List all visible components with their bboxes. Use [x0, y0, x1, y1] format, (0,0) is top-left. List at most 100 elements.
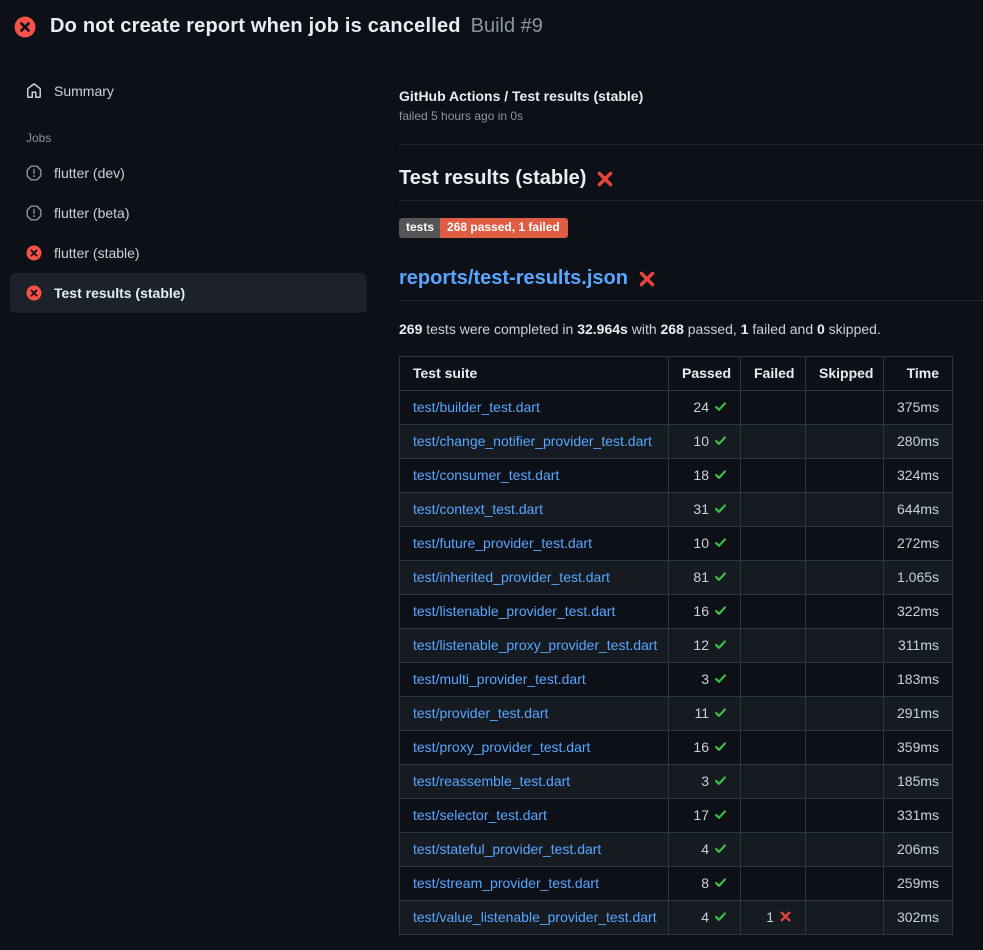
build-title: Do not create report when job is cancell… — [50, 15, 461, 37]
failed-cell — [741, 493, 806, 527]
passed-count: 81 — [693, 569, 709, 585]
check-icon — [714, 672, 727, 685]
suite-cell: test/selector_test.dart — [400, 799, 669, 833]
section-heading-text: Test results (stable) — [399, 167, 586, 190]
passed-count: 12 — [693, 637, 709, 653]
test-suite-link[interactable]: test/consumer_test.dart — [413, 467, 559, 483]
suite-cell: test/stateful_provider_test.dart — [400, 833, 669, 867]
build-title-group: Do not create report when job is cancell… — [50, 15, 543, 38]
failed-count: 1 — [766, 909, 774, 925]
skipped-cell — [806, 629, 884, 663]
badge-label: tests — [399, 218, 440, 238]
failed-cell — [741, 697, 806, 731]
failed-cell: 1 — [741, 901, 806, 935]
sidebar-item-label: flutter (beta) — [54, 205, 129, 221]
test-suite-link[interactable]: test/proxy_provider_test.dart — [413, 739, 590, 755]
sidebar-item-test-results-stable[interactable]: Test results (stable) — [10, 273, 367, 313]
summary-skipped: 0 — [817, 321, 825, 337]
jobs-sidebar: Summary Jobs flutter (dev) flut — [0, 51, 383, 313]
test-suite-link[interactable]: test/selector_test.dart — [413, 807, 547, 823]
test-suite-link[interactable]: test/listenable_provider_test.dart — [413, 603, 615, 619]
summary-duration: 32.964s — [577, 321, 628, 337]
passed-count: 16 — [693, 603, 709, 619]
table-row: test/inherited_provider_test.dart811.065… — [400, 561, 953, 595]
test-suite-link[interactable]: test/stream_provider_test.dart — [413, 875, 599, 891]
sidebar-item-flutter-beta[interactable]: flutter (beta) — [10, 193, 367, 233]
sidebar-item-label: flutter (stable) — [54, 245, 140, 261]
test-suite-link[interactable]: test/inherited_provider_test.dart — [413, 569, 610, 585]
time-cell: 302ms — [884, 901, 953, 935]
check-icon — [714, 570, 727, 583]
cross-icon — [779, 910, 792, 923]
test-suite-link[interactable]: test/provider_test.dart — [413, 705, 548, 721]
time-cell: 259ms — [884, 867, 953, 901]
suite-cell: test/value_listenable_provider_test.dart — [400, 901, 669, 935]
failed-cell — [741, 527, 806, 561]
skipped-cell — [806, 833, 884, 867]
cancelled-status-icon — [26, 165, 42, 181]
passed-count: 24 — [693, 399, 709, 415]
sidebar-item-flutter-dev[interactable]: flutter (dev) — [10, 153, 367, 193]
summary-total: 269 — [399, 321, 422, 337]
passed-count: 10 — [693, 433, 709, 449]
passed-count: 10 — [693, 535, 709, 551]
failed-status-icon — [26, 285, 42, 301]
skipped-cell — [806, 595, 884, 629]
suite-cell: test/proxy_provider_test.dart — [400, 731, 669, 765]
passed-cell: 3 — [669, 663, 741, 697]
skipped-cell — [806, 527, 884, 561]
column-header-time: Time — [884, 357, 953, 391]
check-icon — [714, 604, 727, 617]
failed-cross-icon — [596, 170, 614, 188]
check-icon — [714, 876, 727, 889]
test-suite-link[interactable]: test/reassemble_test.dart — [413, 773, 570, 789]
test-suite-link[interactable]: test/future_provider_test.dart — [413, 535, 592, 551]
suite-cell: test/future_provider_test.dart — [400, 527, 669, 561]
passed-cell: 4 — [669, 901, 741, 935]
check-icon — [714, 808, 727, 821]
check-run-header: GitHub Actions / Test results (stable) f… — [399, 88, 983, 123]
time-cell: 644ms — [884, 493, 953, 527]
summary-text: tests were completed in — [422, 321, 577, 337]
table-row: test/stream_provider_test.dart8259ms — [400, 867, 953, 901]
home-icon — [26, 83, 42, 99]
passed-cell: 18 — [669, 459, 741, 493]
sidebar-item-flutter-stable[interactable]: flutter (stable) — [10, 233, 367, 273]
badge-value: 268 passed, 1 failed — [440, 218, 568, 238]
passed-cell: 16 — [669, 731, 741, 765]
check-icon — [714, 400, 727, 413]
passed-count: 17 — [693, 807, 709, 823]
test-suite-link[interactable]: test/listenable_proxy_provider_test.dart — [413, 637, 657, 653]
suite-cell: test/listenable_provider_test.dart — [400, 595, 669, 629]
check-icon — [714, 638, 727, 651]
skipped-cell — [806, 731, 884, 765]
table-row: test/future_provider_test.dart10272ms — [400, 527, 953, 561]
passed-count: 16 — [693, 739, 709, 755]
table-row: test/consumer_test.dart18324ms — [400, 459, 953, 493]
sidebar-item-summary[interactable]: Summary — [10, 71, 367, 111]
check-icon — [714, 842, 727, 855]
suite-cell: test/listenable_proxy_provider_test.dart — [400, 629, 669, 663]
test-suite-link[interactable]: test/change_notifier_provider_test.dart — [413, 433, 652, 449]
table-row: test/listenable_provider_test.dart16322m… — [400, 595, 953, 629]
check-icon — [714, 536, 727, 549]
test-suite-link[interactable]: test/context_test.dart — [413, 501, 543, 517]
table-row: test/listenable_proxy_provider_test.dart… — [400, 629, 953, 663]
time-cell: 206ms — [884, 833, 953, 867]
summary-text: passed, — [684, 321, 741, 337]
column-header-skipped: Skipped — [806, 357, 884, 391]
test-suite-link[interactable]: test/stateful_provider_test.dart — [413, 841, 601, 857]
test-suite-link[interactable]: test/value_listenable_provider_test.dart — [413, 909, 657, 925]
sidebar-item-label: Test results (stable) — [54, 285, 185, 301]
table-row: test/stateful_provider_test.dart4206ms — [400, 833, 953, 867]
test-suite-link[interactable]: test/multi_provider_test.dart — [413, 671, 586, 687]
report-file-link[interactable]: reports/test-results.json — [399, 267, 628, 290]
test-suite-link[interactable]: test/builder_test.dart — [413, 399, 540, 415]
skipped-cell — [806, 663, 884, 697]
time-cell: 311ms — [884, 629, 953, 663]
check-run-meta: failed 5 hours ago in 0s — [399, 109, 983, 123]
summary-text: failed and — [749, 321, 818, 337]
passed-count: 18 — [693, 467, 709, 483]
passed-count: 31 — [693, 501, 709, 517]
passed-count: 3 — [701, 773, 709, 789]
